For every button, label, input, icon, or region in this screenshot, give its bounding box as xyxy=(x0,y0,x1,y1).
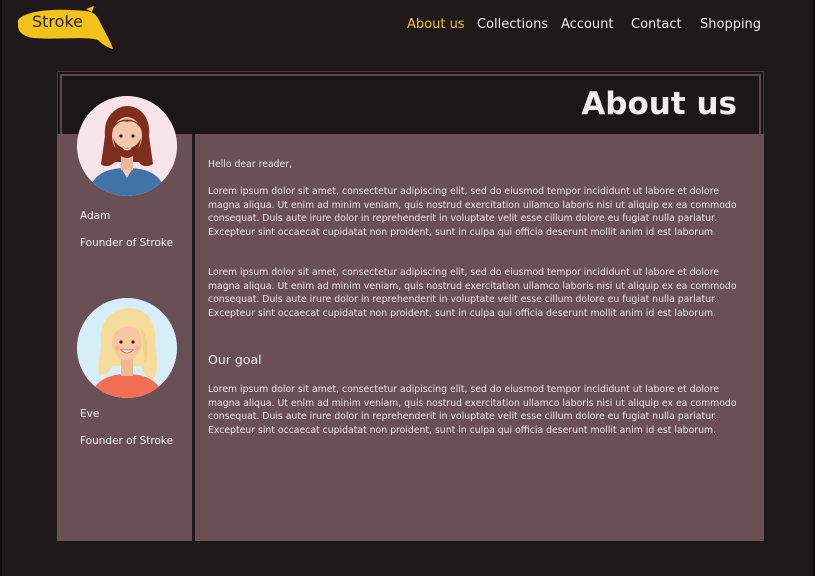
nav-item-shopping[interactable]: Shopping xyxy=(700,17,761,32)
goal-heading: Our goal xyxy=(208,352,262,367)
member-name-eve: Eve xyxy=(80,408,100,420)
nav-item-collections[interactable]: Collections xyxy=(477,17,548,32)
main-nav: About us Collections Account Contact Sho… xyxy=(0,17,815,37)
about-paragraph-1: Lorem ipsum dolor sit amet, consectetur … xyxy=(208,186,737,238)
nav-item-contact[interactable]: Contact xyxy=(631,17,682,32)
greeting-text: Hello dear reader, xyxy=(208,159,293,170)
blonde-woman-avatar-icon xyxy=(77,298,177,398)
nav-item-about-us[interactable]: About us xyxy=(407,17,465,32)
nav-item-account[interactable]: Account xyxy=(561,17,614,32)
member-role-adam: Founder of Stroke xyxy=(80,237,174,249)
goal-paragraph: Lorem ipsum dolor sit amet, consectetur … xyxy=(208,384,737,436)
page-title: About us xyxy=(581,86,737,122)
about-paragraph-2: Lorem ipsum dolor sit amet, consectetur … xyxy=(208,267,737,319)
member-role-eve: Founder of Stroke xyxy=(80,435,174,447)
window-frame-left xyxy=(0,0,2,576)
man-with-beard-avatar-icon xyxy=(77,96,177,196)
member-name-adam: Adam xyxy=(80,210,111,222)
